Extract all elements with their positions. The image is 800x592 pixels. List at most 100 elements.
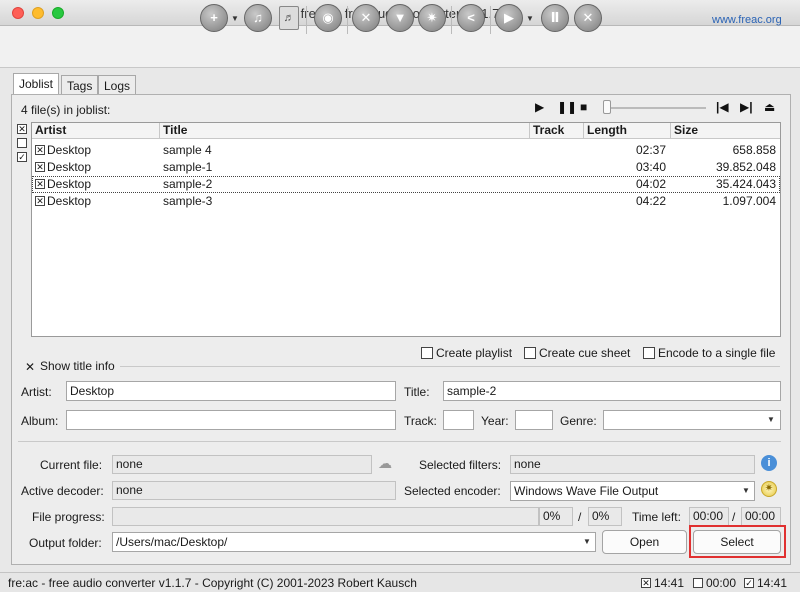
copyright-text: fre:ac - free audio converter v1.1.7 - C… xyxy=(8,576,417,590)
select-all-checkbox[interactable]: ✕ xyxy=(17,124,27,134)
toolbar-separator xyxy=(490,6,491,34)
row-size: 39.852.048 xyxy=(715,160,776,174)
file-progress-percent: 0% xyxy=(539,507,573,526)
row-title: sample 4 xyxy=(163,143,212,157)
toggle-selection-checkbox[interactable]: ✓ xyxy=(17,152,27,162)
table-row[interactable]: ✕ Desktop sample-2 04:02 35.424.043 xyxy=(32,176,780,193)
column-header-length[interactable]: Length xyxy=(584,123,671,139)
toolbar-separator xyxy=(347,6,348,34)
create-cue-sheet-checkbox[interactable] xyxy=(524,347,536,359)
year-label: Year: xyxy=(481,414,509,428)
progress-separator: / xyxy=(578,510,582,524)
add-playlist-icon[interactable]: ♬ xyxy=(279,6,299,30)
row-length: 04:02 xyxy=(636,177,667,191)
gear-icon[interactable]: ✷ xyxy=(418,4,446,32)
time-left-label: Time left: xyxy=(632,510,681,524)
settings-tools-icon[interactable]: ✕ xyxy=(352,4,380,32)
output-folder-field[interactable]: /Users/mac/Desktop/ xyxy=(112,532,596,552)
output-folder-label: Output folder: xyxy=(29,536,102,550)
row-size: 1.097.004 xyxy=(722,194,776,208)
previous-track-icon[interactable]: |◀ xyxy=(716,100,729,114)
filter-settings-icon[interactable]: ▼ xyxy=(386,4,414,32)
stop-encoding-icon[interactable]: ✕ xyxy=(574,4,602,32)
encoder-settings-icon[interactable]: ✷ xyxy=(761,481,777,497)
title-label: Title: xyxy=(404,385,430,399)
elephant-icon: ☁ xyxy=(378,455,392,471)
album-field[interactable] xyxy=(66,410,396,430)
add-audio-cd-icon[interactable]: ♫ xyxy=(244,4,272,32)
info-icon[interactable]: i xyxy=(761,455,777,471)
share-icon[interactable]: < xyxy=(457,4,485,32)
row-size: 658.858 xyxy=(732,143,776,157)
cddb-query-icon[interactable]: ◉ xyxy=(314,4,342,32)
row-artist: Desktop xyxy=(47,160,92,174)
selected-time: 14:41 xyxy=(654,576,685,590)
row-checkbox[interactable]: ✕ xyxy=(35,196,45,206)
file-progress-label: File progress: xyxy=(32,510,105,524)
play-icon[interactable]: ▶ xyxy=(535,100,544,114)
year-field[interactable] xyxy=(515,410,553,430)
total-progress-percent: 0% xyxy=(588,507,622,526)
select-none-checkbox[interactable] xyxy=(17,138,27,148)
row-title: sample-2 xyxy=(163,177,213,191)
time-total-value: 00:00 xyxy=(741,507,781,526)
website-link[interactable]: www.freac.org xyxy=(712,14,782,26)
track-label: Track: xyxy=(404,414,437,428)
track-field[interactable] xyxy=(443,410,474,430)
tab-tags[interactable]: Tags xyxy=(61,75,99,95)
pause-encoding-icon[interactable]: Ⅱ xyxy=(541,4,569,32)
row-title: sample-1 xyxy=(163,160,213,174)
row-checkbox[interactable]: ✕ xyxy=(35,162,45,172)
row-length: 03:40 xyxy=(636,160,667,174)
column-header-artist[interactable]: Artist xyxy=(32,123,160,139)
genre-select[interactable] xyxy=(603,410,781,430)
row-artist: Desktop xyxy=(47,177,92,191)
selected-encoder-label: Selected encoder: xyxy=(404,484,501,498)
column-header-track[interactable]: Track xyxy=(530,123,584,139)
chevron-down-icon[interactable]: ▼ xyxy=(583,537,591,546)
select-folder-button[interactable]: Select xyxy=(693,530,781,554)
encode-single-file-checkbox[interactable] xyxy=(643,347,655,359)
row-length: 02:37 xyxy=(636,143,667,157)
table-row[interactable]: ✕ Desktop sample 4 02:37 658.858 xyxy=(32,142,780,159)
row-checkbox[interactable]: ✕ xyxy=(35,145,45,155)
eject-icon[interactable]: ⏏ xyxy=(764,100,775,114)
stop-icon[interactable]: ■ xyxy=(580,100,587,114)
create-playlist-checkbox[interactable] xyxy=(421,347,433,359)
create-cue-sheet-label: Create cue sheet xyxy=(539,346,631,360)
chevron-down-icon[interactable]: ▼ xyxy=(742,486,750,495)
selected-filters-label: Selected filters: xyxy=(419,458,502,472)
show-title-info-checkbox[interactable]: ✕ xyxy=(25,360,35,374)
playback-slider-track[interactable] xyxy=(606,107,706,109)
time-left-value: 00:00 xyxy=(689,507,729,526)
column-header-size[interactable]: Size xyxy=(671,123,780,139)
title-field[interactable]: sample-2 xyxy=(443,381,781,401)
tab-joblist[interactable]: Joblist xyxy=(13,73,60,95)
add-files-icon[interactable]: + xyxy=(200,4,228,32)
section-divider xyxy=(18,441,781,442)
create-playlist-label: Create playlist xyxy=(436,346,513,360)
active-decoder-value: none xyxy=(112,481,396,500)
table-row[interactable]: ✕ Desktop sample-3 04:22 1.097.004 xyxy=(32,193,780,210)
next-track-icon[interactable]: ▶| xyxy=(740,100,753,114)
selected-encoder-select[interactable]: Windows Wave File Output xyxy=(510,481,755,501)
start-encoding-icon[interactable]: ▶ xyxy=(495,4,523,32)
pause-icon[interactable]: ❚❚ xyxy=(557,100,577,114)
row-artist: Desktop xyxy=(47,194,92,208)
joblist-count: 4 file(s) in joblist: xyxy=(21,103,111,117)
open-folder-button[interactable]: Open xyxy=(602,530,687,554)
row-size: 35.424.043 xyxy=(715,177,776,191)
encode-dropdown-icon[interactable]: ▼ xyxy=(526,14,534,23)
row-checkbox[interactable]: ✕ xyxy=(35,179,45,189)
current-file-value: none xyxy=(112,455,372,474)
column-header-title[interactable]: Title xyxy=(160,123,530,139)
chevron-down-icon[interactable]: ▼ xyxy=(767,415,775,424)
add-files-dropdown-icon[interactable]: ▼ xyxy=(231,14,239,23)
tab-logs[interactable]: Logs xyxy=(98,75,137,95)
playback-slider-handle[interactable] xyxy=(603,100,611,114)
unselected-time: 00:00 xyxy=(706,576,737,590)
active-decoder-label: Active decoder: xyxy=(21,484,104,498)
table-row[interactable]: ✕ Desktop sample-1 03:40 39.852.048 xyxy=(32,159,780,176)
artist-field[interactable]: Desktop xyxy=(66,381,396,401)
row-artist: Desktop xyxy=(47,143,92,157)
